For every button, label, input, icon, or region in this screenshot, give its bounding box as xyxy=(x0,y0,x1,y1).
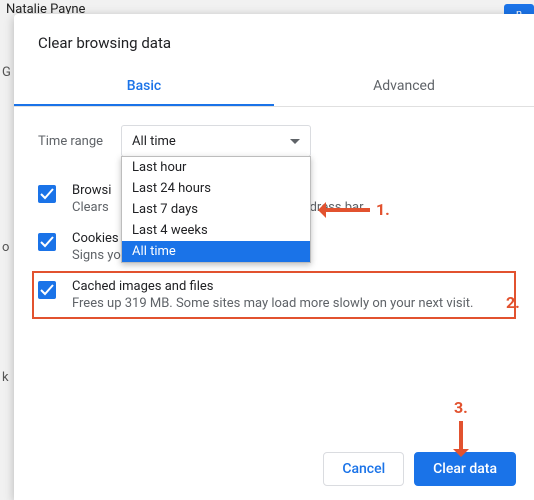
clear-data-button[interactable]: Clear data xyxy=(414,452,516,486)
tab-basic[interactable]: Basic xyxy=(14,68,274,106)
checkbox-cookies[interactable] xyxy=(38,233,56,251)
dropdown-option-last-24-hours[interactable]: Last 24 hours xyxy=(122,178,310,199)
checkmark-icon xyxy=(40,283,54,297)
clear-browsing-data-dialog: Clear browsing data Basic Advanced Time … xyxy=(14,14,534,500)
dropdown-selected: All time xyxy=(132,134,176,149)
dialog-title: Clear browsing data xyxy=(14,14,534,68)
bg-letter: G xyxy=(2,65,11,80)
chevron-down-icon xyxy=(290,139,300,144)
time-range-label: Time range xyxy=(38,134,103,149)
dropdown-option-last-hour[interactable]: Last hour xyxy=(122,157,310,178)
dialog-body: Time range All time Last hour Last 24 ho… xyxy=(14,107,534,319)
cancel-button[interactable]: Cancel xyxy=(323,452,404,486)
dropdown-option-last-4-weeks[interactable]: Last 4 weeks xyxy=(122,220,310,241)
checkbox-row-cache[interactable]: Cached images and files Frees up 319 MB.… xyxy=(32,271,516,319)
dropdown-list: Last hour Last 24 hours Last 7 days Last… xyxy=(121,156,311,263)
cache-desc: Frees up 319 MB. Some sites may load mor… xyxy=(72,296,473,311)
dialog-footer: Cancel Clear data xyxy=(323,452,516,486)
time-range-row: Time range All time Last hour Last 24 ho… xyxy=(38,125,510,157)
time-range-dropdown[interactable]: All time Last hour Last 24 hours Last 7 … xyxy=(121,125,311,157)
bg-letter: o xyxy=(2,240,9,255)
checkbox-history[interactable] xyxy=(38,185,56,203)
tab-advanced[interactable]: Advanced xyxy=(274,68,534,106)
dropdown-option-all-time[interactable]: All time xyxy=(122,241,310,262)
checkmark-icon xyxy=(40,187,54,201)
tabs: Basic Advanced xyxy=(14,68,534,107)
dropdown-option-last-7-days[interactable]: Last 7 days xyxy=(122,199,310,220)
dropdown-button[interactable]: All time xyxy=(121,125,311,157)
bg-letter: k xyxy=(2,370,9,385)
cache-title: Cached images and files xyxy=(72,279,473,294)
checkbox-cache[interactable] xyxy=(38,281,56,299)
checkmark-icon xyxy=(40,235,54,249)
